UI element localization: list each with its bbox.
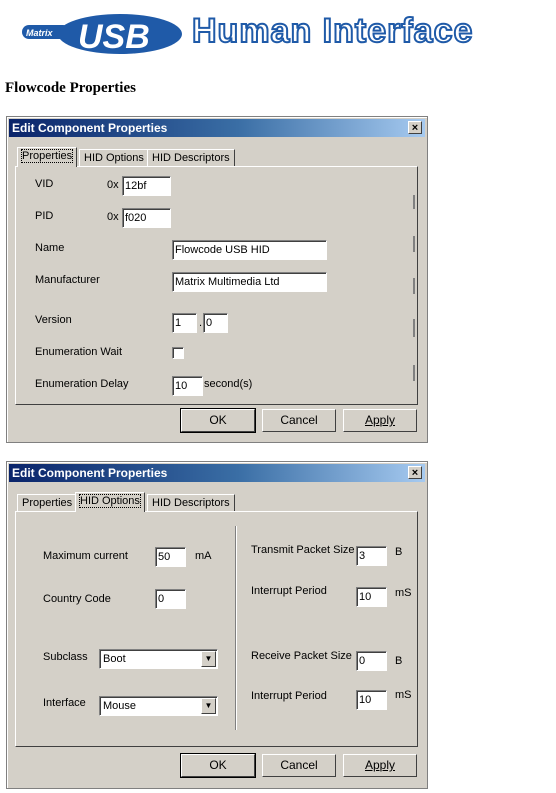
transmit-packet-unit: B	[395, 546, 403, 558]
enumeration-wait-label: Enumeration Wait	[35, 346, 123, 358]
interface-select[interactable]: Mouse ▼	[99, 696, 218, 716]
country-code-input[interactable]: 0	[155, 589, 186, 609]
dialog-title: Edit Component Properties	[12, 121, 168, 135]
interface-value: Mouse	[103, 700, 137, 712]
interface-label: Interface	[43, 697, 86, 709]
tab-properties[interactable]: Properties	[17, 147, 78, 167]
manufacturer-label: Manufacturer	[35, 274, 100, 286]
usb-banner: Matrix USB Human Interface	[22, 8, 552, 56]
apply-button[interactable]: Apply	[343, 754, 417, 777]
tab-hid-descriptors[interactable]: HID Descriptors	[147, 494, 235, 511]
apply-label: Apply	[364, 413, 396, 427]
apply-button[interactable]: Apply	[343, 409, 417, 432]
banner-title: Human Interface	[191, 11, 474, 51]
usb-logo: Matrix USB	[22, 14, 182, 56]
receive-packet-unit: B	[395, 655, 403, 667]
enumeration-wait-checkbox[interactable]	[172, 347, 184, 359]
version-separator: .	[199, 317, 203, 329]
tab-hid-options[interactable]: HID Options	[79, 149, 149, 166]
ok-button[interactable]: OK	[180, 408, 256, 433]
scroll-mark	[413, 195, 415, 209]
country-code-label: Country Code	[43, 593, 111, 605]
receive-packet-input[interactable]: 0	[356, 651, 387, 671]
hid-options-panel: Maximum current 50 mA Country Code 0 Sub…	[15, 511, 418, 747]
tab-properties[interactable]: Properties	[17, 494, 78, 511]
transmit-interrupt-unit: mS	[395, 587, 412, 599]
scroll-mark	[413, 278, 415, 294]
panel-divider	[235, 526, 237, 730]
manufacturer-input[interactable]: Matrix Multimedia Ltd	[172, 272, 327, 292]
version-label: Version	[35, 314, 72, 326]
transmit-packet-input[interactable]: 3	[356, 546, 387, 566]
name-label: Name	[35, 242, 65, 254]
hid-options-dialog: Edit Component Properties × Properties H…	[6, 461, 428, 789]
tab-hid-descriptors[interactable]: HID Descriptors	[147, 149, 235, 166]
max-current-unit: mA	[195, 550, 212, 562]
dialog-titlebar[interactable]: Edit Component Properties ×	[9, 119, 425, 137]
max-current-label: Maximum current	[43, 550, 128, 562]
chevron-down-icon[interactable]: ▼	[201, 698, 216, 714]
vid-label: VID	[35, 178, 54, 190]
subclass-select[interactable]: Boot ▼	[99, 649, 218, 669]
close-icon[interactable]: ×	[408, 121, 422, 134]
dialog-title: Edit Component Properties	[12, 466, 168, 480]
dialog-titlebar[interactable]: Edit Component Properties ×	[9, 464, 425, 482]
subclass-label: Subclass	[43, 651, 88, 663]
logo-small-text: Matrix	[26, 28, 54, 38]
page-title: Flowcode Properties	[5, 80, 136, 96]
vid-input[interactable]: 12bf	[122, 176, 171, 196]
scroll-mark	[413, 365, 415, 381]
tab-hid-options[interactable]: HID Options	[75, 492, 145, 512]
scroll-mark	[413, 319, 415, 337]
receive-interrupt-unit: mS	[395, 689, 412, 701]
vid-prefix: 0x	[107, 179, 119, 191]
chevron-down-icon[interactable]: ▼	[201, 651, 216, 667]
logo-text: USB	[78, 18, 150, 56]
apply-label: Apply	[364, 758, 396, 772]
pid-input[interactable]: f020	[122, 208, 171, 228]
properties-dialog: Edit Component Properties × Properties H…	[6, 116, 428, 443]
receive-interrupt-label: Interrupt Period	[251, 690, 327, 702]
pid-prefix: 0x	[107, 211, 119, 223]
transmit-packet-label: Transmit Packet Size	[251, 544, 355, 556]
properties-panel: VID 0x 12bf PID 0x f020 Name Flowcode US…	[15, 166, 418, 405]
pid-label: PID	[35, 210, 54, 222]
cancel-button[interactable]: Cancel	[262, 409, 336, 432]
receive-packet-label: Receive Packet Size	[251, 650, 352, 662]
enumeration-delay-input[interactable]: 10	[172, 376, 203, 396]
receive-interrupt-input[interactable]: 10	[356, 690, 387, 710]
version-minor-input[interactable]: 0	[203, 313, 228, 333]
transmit-interrupt-label: Interrupt Period	[251, 585, 327, 597]
max-current-input[interactable]: 50	[155, 547, 186, 567]
transmit-interrupt-input[interactable]: 10	[356, 587, 387, 607]
enumeration-delay-label: Enumeration Delay	[35, 378, 129, 390]
subclass-value: Boot	[103, 653, 126, 665]
enumeration-delay-unit: second(s)	[204, 378, 253, 390]
name-input[interactable]: Flowcode USB HID	[172, 240, 327, 260]
version-major-input[interactable]: 1	[172, 313, 197, 333]
close-icon[interactable]: ×	[408, 466, 422, 479]
scroll-mark	[413, 236, 415, 252]
cancel-button[interactable]: Cancel	[262, 754, 336, 777]
ok-button[interactable]: OK	[180, 753, 256, 778]
